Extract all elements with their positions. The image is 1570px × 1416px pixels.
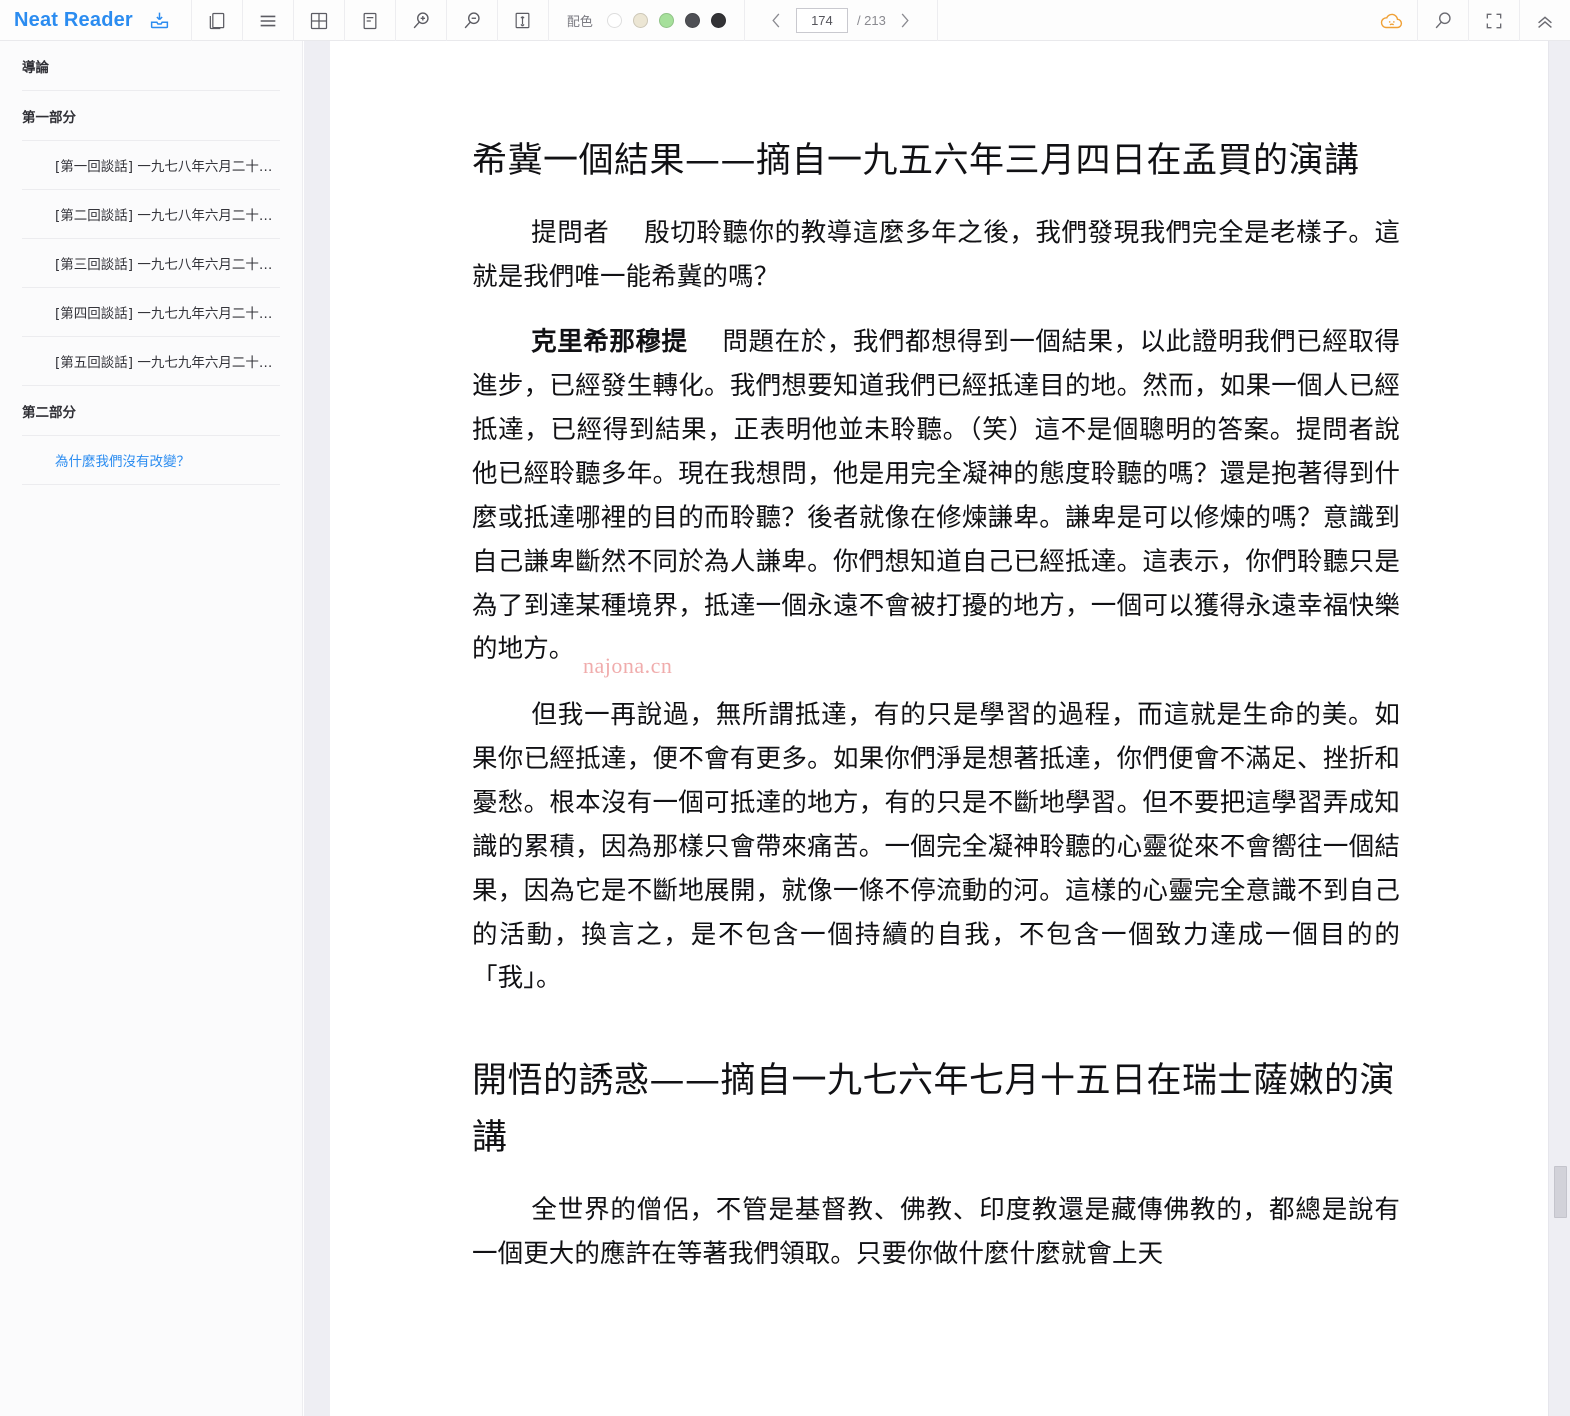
- brand: Neat Reader: [0, 0, 191, 41]
- grid-view-icon[interactable]: [294, 0, 344, 41]
- chapter-heading-1: 希冀一個結果——摘自一九五六年三月四日在孟買的演講: [472, 141, 1360, 181]
- speaker-label-krishnamurti: 克里希那穆提: [530, 327, 688, 358]
- search-icon[interactable]: [1418, 0, 1468, 41]
- page-navigation: / 213: [745, 0, 937, 41]
- search-group: [1418, 0, 1469, 41]
- toc-sidebar[interactable]: 導論 第一部分 [第一回談話] 一九七八年六月二十… [第二回談話] 一九七八年…: [0, 41, 303, 1416]
- paragraph-questioner: 提問者 殷切聆聽你的教導這麼多年之後，我們發現我們完全是老樣子。這就是我們唯一能希…: [472, 212, 1400, 300]
- top-toolbar: Neat Reader 配色 174 / 213: [0, 0, 1570, 41]
- paragraph-questioner-text: 殷切聆聽你的教導這麼多年之後，我們發現我們完全是老樣子。這就是我們唯一能希冀的嗎…: [472, 217, 1400, 292]
- sidebar-item-1[interactable]: 第一部分: [22, 91, 280, 141]
- collapse-toolbar-icon[interactable]: [1520, 0, 1570, 41]
- zoom-out-icon[interactable]: [447, 0, 497, 41]
- sidebar-gutter: [304, 41, 330, 1416]
- paragraph-three-text: 但我一再說過，無所謂抵達，有的只是學習的過程，而這就是生命的美。如果你已經抵達，…: [472, 700, 1400, 994]
- sidebar-item-0[interactable]: 導論: [22, 41, 280, 91]
- vertical-scrollbar-track[interactable]: [1548, 41, 1570, 1416]
- speaker-label-questioner: 提問者: [530, 217, 610, 248]
- toc-list: 導論 第一部分 [第一回談話] 一九七八年六月二十… [第二回談話] 一九七八年…: [0, 41, 302, 485]
- page-number-input[interactable]: [795, 8, 848, 33]
- brand-group: Neat Reader: [0, 0, 192, 41]
- two-page-view-group: [192, 0, 243, 41]
- sidebar-item-4[interactable]: [第三回談話] 一九七八年六月二十…: [22, 239, 280, 288]
- sidebar-item-6[interactable]: [第五回談話] 一九七九年六月二十…: [22, 337, 280, 386]
- reader-content-area: 希冀一個結果——摘自一九五六年三月四日在孟買的演講 提問者 殷切聆聽你的教導這麼多…: [330, 41, 1548, 1416]
- cloud-sync-icon[interactable]: [1367, 0, 1417, 41]
- paragraph-four: 全世界的僧侶，不管是基督教、佛教、印度教還是藏傳佛教的，都總是說有一個更大的應許…: [472, 1189, 1400, 1277]
- paragraph-krishnamurti-text: 問題在於，我們都想得到一個結果，以此證明我們已經取得進步，已經發生轉化。我們想要…: [472, 327, 1400, 665]
- theme-white-swatch[interactable]: [606, 13, 622, 28]
- sidebar-item-3[interactable]: [第二回談話] 一九七八年六月二十…: [22, 190, 280, 239]
- theme-green-swatch[interactable]: [658, 13, 674, 28]
- line-height-icon[interactable]: [498, 0, 548, 41]
- menu-lines-group: [243, 0, 294, 41]
- palette-label: 配色: [566, 15, 593, 30]
- theme-dark-gray-swatch[interactable]: [684, 13, 700, 28]
- text-layout-icon[interactable]: [345, 0, 395, 41]
- text-layout-group: [345, 0, 396, 41]
- fullscreen-group: [1469, 0, 1520, 41]
- grid-view-group: [294, 0, 345, 41]
- sidebar-item-7[interactable]: 第二部分: [22, 386, 280, 436]
- fullscreen-icon[interactable]: [1469, 0, 1519, 41]
- next-page-icon[interactable]: [895, 8, 915, 34]
- theme-sepia-swatch[interactable]: [632, 13, 648, 28]
- theme-black-swatch[interactable]: [710, 13, 726, 28]
- two-page-view-icon[interactable]: [192, 0, 242, 41]
- pager-group: / 213: [745, 0, 938, 41]
- vertical-scrollbar-thumb[interactable]: [1554, 1166, 1567, 1218]
- chapter-heading-2: 開悟的誘惑——摘自一九七六年七月十五日在瑞士薩嫩的演講: [472, 1061, 1396, 1158]
- total-pages-label: / 213: [856, 13, 886, 28]
- paragraph-krishnamurti: 克里希那穆提 問題在於，我們都想得到一個結果，以此證明我們已經取得進步，已經發生轉…: [472, 321, 1400, 672]
- sidebar-item-8[interactable]: 為什麼我們沒有改變？: [22, 436, 280, 485]
- paragraph-three: 但我一再說過，無所謂抵達，有的只是學習的過程，而這就是生命的美。如果你已經抵達，…: [472, 694, 1400, 1001]
- color-theme-palette: 配色: [549, 0, 744, 41]
- prev-page-icon[interactable]: [767, 8, 787, 34]
- collapse-group: [1520, 0, 1570, 41]
- paragraph-four-text: 全世界的僧侶，不管是基督教、佛教、印度教還是藏傳佛教的，都總是說有一個更大的應許…: [472, 1194, 1400, 1269]
- zoom-in-icon[interactable]: [396, 0, 446, 41]
- sidebar-item-5[interactable]: [第四回談話] 一九七九年六月二十…: [22, 288, 280, 337]
- cloud-sync-group: [1367, 0, 1418, 41]
- line-height-group: [498, 0, 549, 41]
- book-page: 希冀一個結果——摘自一九五六年三月四日在孟買的演講 提問者 殷切聆聽你的教導這麼多…: [330, 41, 1548, 1276]
- menu-lines-icon[interactable]: [243, 0, 293, 41]
- palette-group: 配色: [549, 0, 745, 41]
- save-to-device-icon[interactable]: [145, 0, 175, 41]
- sidebar-item-2[interactable]: [第一回談話] 一九七八年六月二十…: [22, 141, 280, 190]
- app-title: Neat Reader: [14, 9, 133, 31]
- zoom-in-group: [396, 0, 447, 41]
- zoom-out-group: [447, 0, 498, 41]
